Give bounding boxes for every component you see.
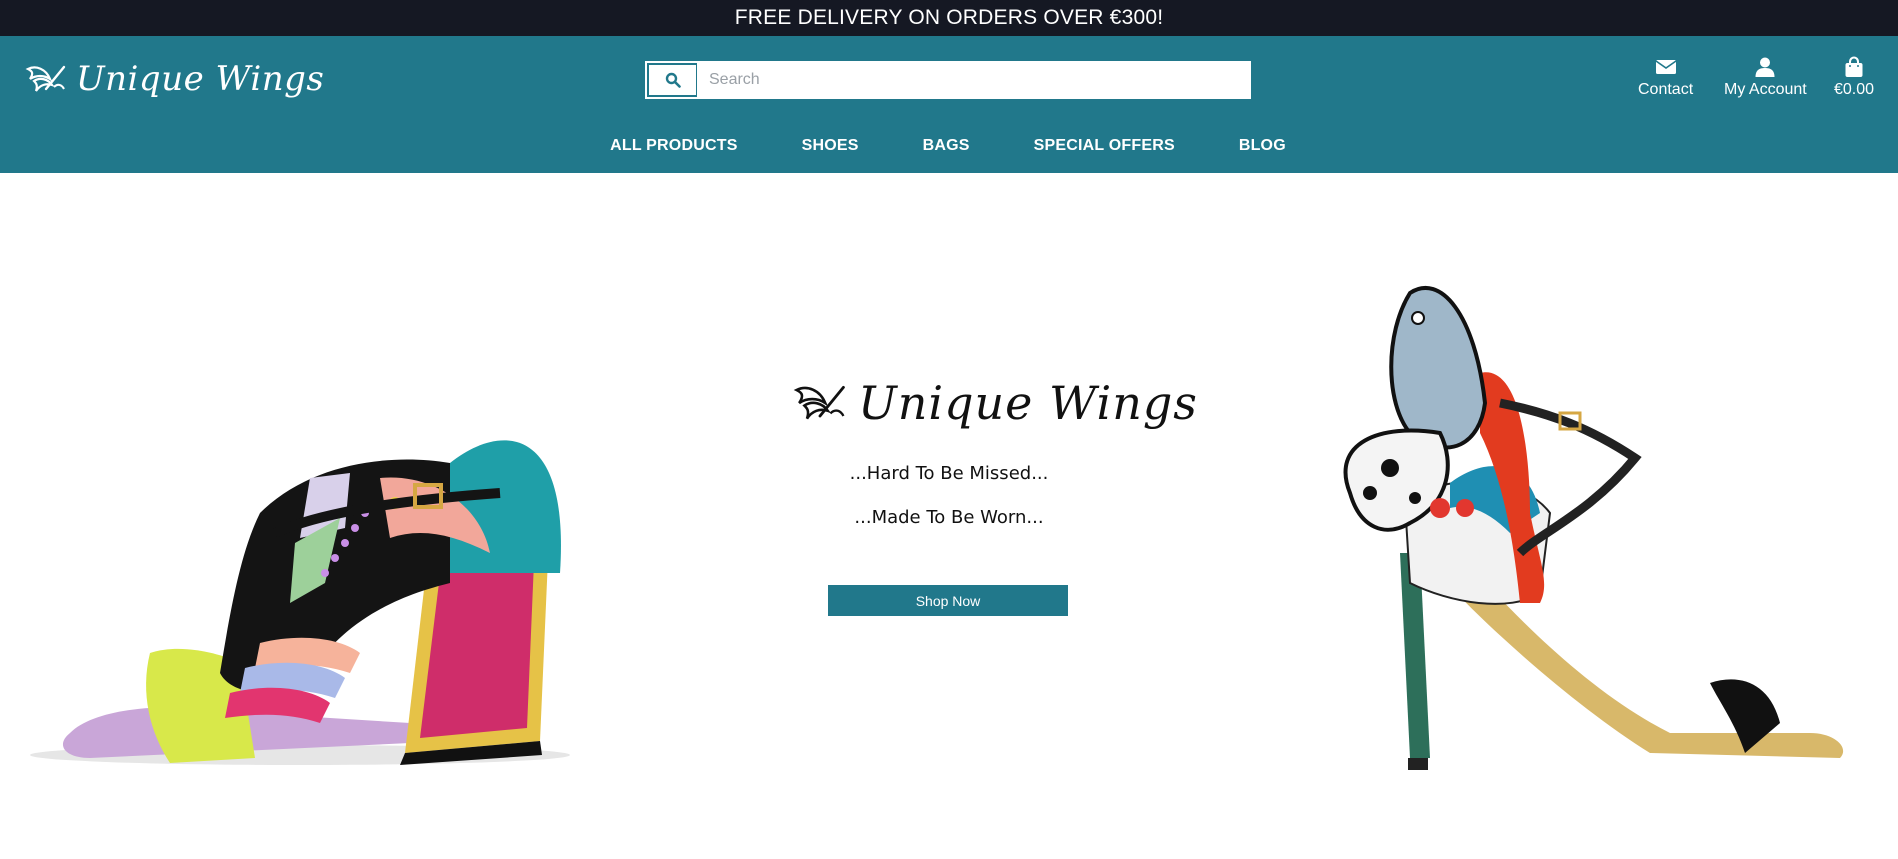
main-nav: ALL PRODUCTS SHOES BAGS SPECIAL OFFERS B… xyxy=(0,131,1898,161)
search-button[interactable] xyxy=(647,63,696,97)
announcement-bar: FREE DELIVERY ON ORDERS OVER €300! xyxy=(0,0,1898,36)
my-account-label: My Account xyxy=(1724,81,1807,98)
nav-shoes[interactable]: SHOES xyxy=(802,131,859,161)
nav-blog[interactable]: BLOG xyxy=(1239,131,1286,161)
site-header: Unique Wings Contact My Account xyxy=(0,36,1898,173)
butterfly-logo-icon xyxy=(793,385,845,420)
hero-logo: Unique Wings xyxy=(790,376,1198,430)
my-account-link[interactable]: My Account xyxy=(1724,56,1807,99)
site-logo[interactable]: Unique Wings xyxy=(24,54,324,104)
nav-all-products[interactable]: ALL PRODUCTS xyxy=(610,131,737,161)
bird-sandal-image[interactable] xyxy=(10,313,590,783)
shopping-bag-icon xyxy=(1845,56,1863,77)
logo-wordmark: Unique Wings xyxy=(76,59,325,99)
search-input[interactable] xyxy=(696,63,1249,97)
shop-now-button[interactable]: Shop Now xyxy=(828,585,1068,616)
butterfly-logo-icon xyxy=(25,65,66,92)
envelope-icon xyxy=(1655,60,1677,74)
user-icon xyxy=(1755,57,1775,77)
search-icon xyxy=(665,72,681,88)
hero-logo-wordmark: Unique Wings xyxy=(858,376,1198,430)
announcement-text: FREE DELIVERY ON ORDERS OVER €300! xyxy=(734,6,1164,29)
contact-link[interactable]: Contact xyxy=(1638,56,1693,99)
shopping-bag-link[interactable]: €0.00 xyxy=(1834,56,1874,99)
search-bar xyxy=(645,61,1251,99)
butterfly-sandal-image[interactable] xyxy=(1290,253,1850,773)
nav-special-offers[interactable]: SPECIAL OFFERS xyxy=(1034,131,1175,161)
contact-label: Contact xyxy=(1638,81,1694,98)
bag-total: €0.00 xyxy=(1834,81,1875,98)
nav-bags[interactable]: BAGS xyxy=(923,131,970,161)
hero-section: Unique Wings ...Hard To Be Missed... ...… xyxy=(0,173,1898,859)
